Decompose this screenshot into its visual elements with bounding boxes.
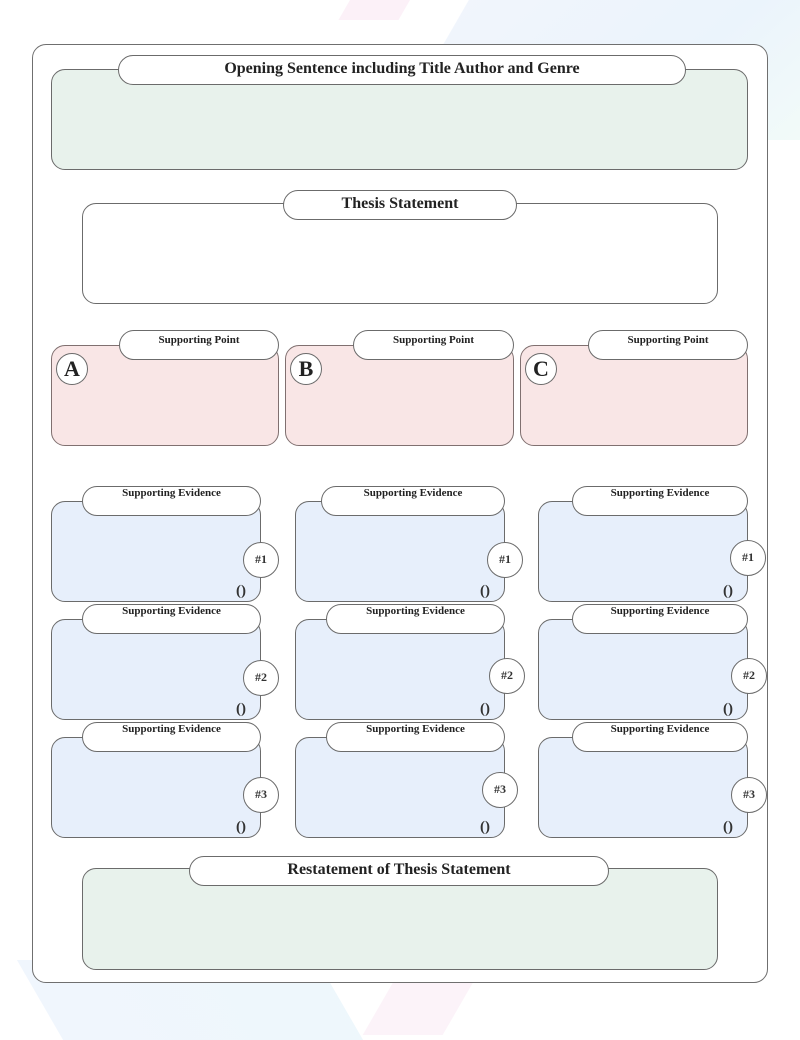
- evidence-box-b2[interactable]: [295, 619, 505, 720]
- supporting-point-label-a: Supporting Point: [119, 330, 279, 360]
- point-letter-badge-c: C: [525, 353, 557, 385]
- evidence-label-a1: Supporting Evidence: [82, 486, 261, 516]
- evidence-label-a3: Supporting Evidence: [82, 722, 261, 752]
- opening-sentence-label: Opening Sentence including Title Author …: [118, 55, 686, 85]
- evidence-number-badge-a1: #1: [243, 542, 279, 578]
- evidence-box-a3[interactable]: [51, 737, 261, 838]
- evidence-box-c1[interactable]: [538, 501, 748, 602]
- restatement-label: Restatement of Thesis Statement: [189, 856, 609, 886]
- background-decoration: [338, 0, 422, 20]
- evidence-label-b2: Supporting Evidence: [326, 604, 505, 634]
- evidence-citation-parens-b2: (): [480, 701, 490, 717]
- evidence-label-c2: Supporting Evidence: [572, 604, 748, 634]
- evidence-number-badge-c2: #2: [731, 658, 767, 694]
- evidence-citation-parens-b1: (): [480, 583, 490, 599]
- evidence-citation-parens-b3: (): [480, 819, 490, 835]
- evidence-number-badge-c1: #1: [730, 540, 766, 576]
- background-decoration: [362, 975, 478, 1035]
- evidence-label-c3: Supporting Evidence: [572, 722, 748, 752]
- evidence-citation-parens-c2: (): [723, 701, 733, 717]
- evidence-number-badge-b2: #2: [489, 658, 525, 694]
- point-letter-badge-a: A: [56, 353, 88, 385]
- evidence-citation-parens-a1: (): [236, 583, 246, 599]
- supporting-point-label-b: Supporting Point: [353, 330, 514, 360]
- evidence-number-badge-b3: #3: [482, 772, 518, 808]
- evidence-number-badge-a2: #2: [243, 660, 279, 696]
- evidence-label-a2: Supporting Evidence: [82, 604, 261, 634]
- evidence-citation-parens-a3: (): [236, 819, 246, 835]
- supporting-point-label-c: Supporting Point: [588, 330, 748, 360]
- evidence-box-c3[interactable]: [538, 737, 748, 838]
- point-letter-badge-b: B: [290, 353, 322, 385]
- evidence-box-a1[interactable]: [51, 501, 261, 602]
- evidence-box-a2[interactable]: [51, 619, 261, 720]
- evidence-label-c1: Supporting Evidence: [572, 486, 748, 516]
- evidence-box-b1[interactable]: [295, 501, 505, 602]
- evidence-label-b3: Supporting Evidence: [326, 722, 505, 752]
- evidence-box-b3[interactable]: [295, 737, 505, 838]
- evidence-label-b1: Supporting Evidence: [321, 486, 505, 516]
- evidence-number-badge-b1: #1: [487, 542, 523, 578]
- evidence-number-badge-a3: #3: [243, 777, 279, 813]
- evidence-citation-parens-c1: (): [723, 583, 733, 599]
- evidence-box-c2[interactable]: [538, 619, 748, 720]
- thesis-statement-label: Thesis Statement: [283, 190, 517, 220]
- evidence-number-badge-c3: #3: [731, 777, 767, 813]
- evidence-citation-parens-c3: (): [723, 819, 733, 835]
- evidence-citation-parens-a2: (): [236, 701, 246, 717]
